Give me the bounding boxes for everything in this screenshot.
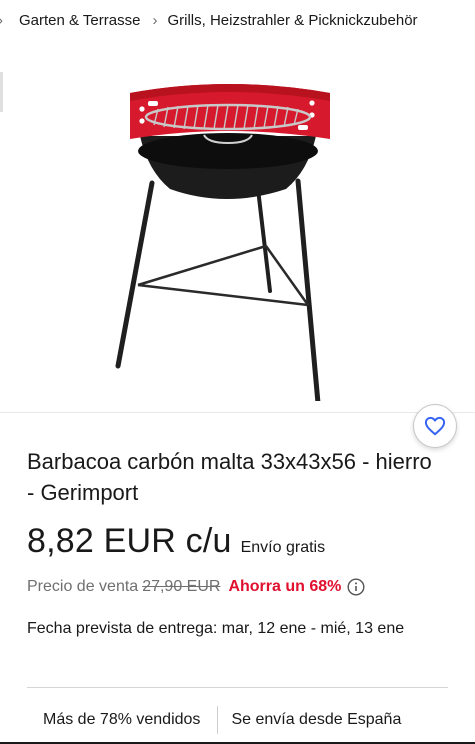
chevron-right-icon: › (152, 11, 158, 29)
original-price-label: Precio de venta (27, 578, 139, 595)
item-stats: Más de 78% vendidos Se envía desde Españ… (0, 700, 475, 740)
info-icon[interactable] (347, 578, 365, 596)
price: 8,82 EUR c/u (27, 522, 232, 560)
ships-from: Se envía desde España (231, 711, 402, 728)
shipping-label: Envío gratis (240, 539, 326, 556)
section-divider (27, 687, 448, 688)
stats-divider (217, 706, 219, 734)
price-row: 8,82 EUR c/u Envío gratis (27, 522, 325, 561)
delivery-estimate: Fecha prevista de entrega: mar, 12 ene -… (27, 620, 405, 637)
grill-illustration (115, 84, 330, 401)
breadcrumb-item-grills[interactable]: Grills, Heizstrahler & Picknickzubehör (167, 12, 417, 29)
original-price-row: Precio de venta 27,90 EUR Ahorra un 68% (27, 578, 365, 596)
breadcrumb: › Garten & Terrasse › Grills, Heizstrahl… (0, 0, 475, 40)
chevron-right-icon: › (0, 12, 3, 29)
breadcrumb-item-garden[interactable]: Garten & Terrasse (19, 12, 140, 29)
sold-percentage: Más de 78% vendidos (43, 711, 201, 728)
image-divider (0, 412, 475, 413)
heart-icon (424, 416, 446, 436)
savings-badge: Ahorra un 68% (228, 578, 342, 595)
original-price: 27,90 EUR (142, 578, 221, 595)
watchlist-button[interactable] (413, 404, 457, 448)
product-image[interactable] (0, 40, 475, 412)
product-title: Barbacoa carbón malta 33x43x56 - hierro … (27, 449, 432, 505)
